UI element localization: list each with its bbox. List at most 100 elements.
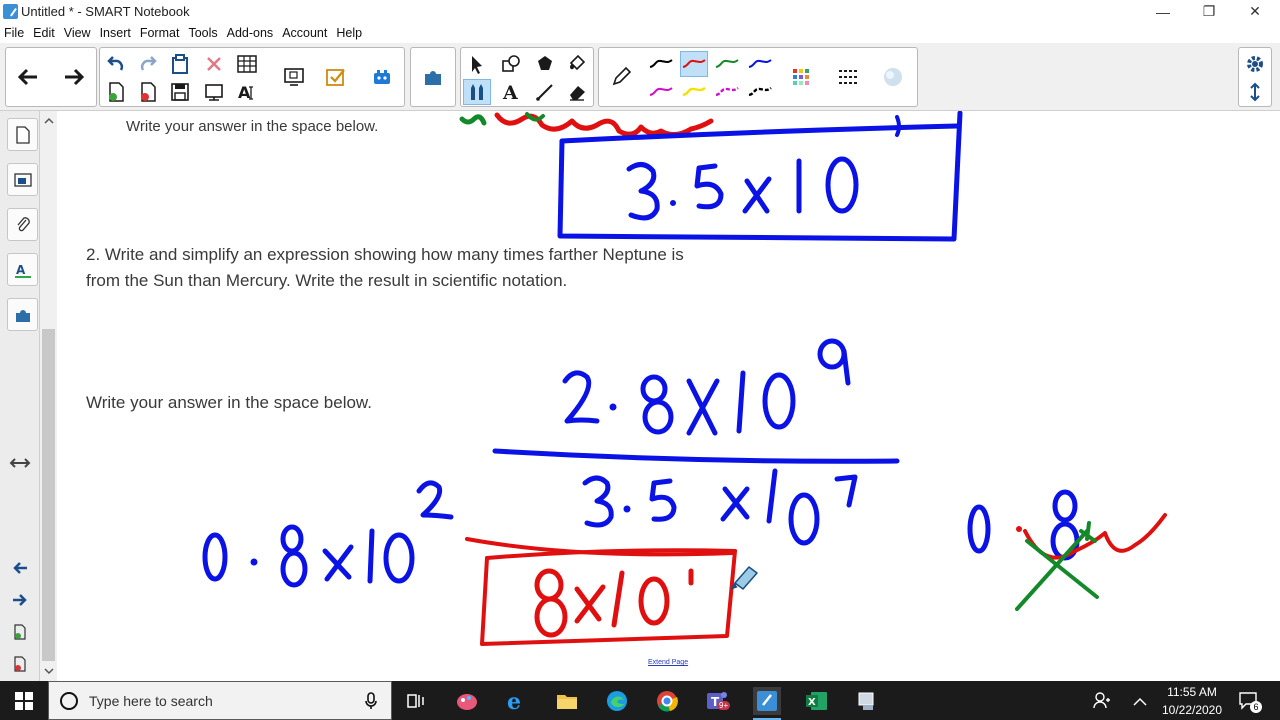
paste-icon[interactable] (166, 51, 194, 77)
pen-green-swatch-icon[interactable] (713, 51, 741, 77)
select-tool-icon[interactable] (463, 51, 491, 77)
taskbar-clock-date[interactable]: 10/22/2020 (1158, 703, 1226, 717)
ink-result-left (202, 480, 454, 588)
add-ons-group (410, 47, 456, 107)
add-ons-tab[interactable] (7, 298, 38, 331)
pen-properties-group (598, 47, 918, 107)
teams-icon[interactable]: T 9+ (703, 687, 731, 715)
color-palette-icon[interactable] (787, 64, 815, 90)
scrollbar-thumb[interactable] (42, 329, 55, 661)
scroll-down-arrow-icon[interactable] (44, 667, 54, 675)
move-sidebar-icon[interactable] (9, 456, 31, 475)
line-tool-icon[interactable] (531, 79, 559, 105)
gear-icon[interactable] (1241, 51, 1269, 77)
transparency-icon[interactable] (879, 64, 907, 90)
restore-button[interactable]: ❐ (1186, 0, 1232, 23)
svg-text:e: e (507, 689, 521, 713)
fill-tool-icon[interactable] (563, 51, 591, 77)
pen-yellow-swatch-icon[interactable] (680, 79, 708, 105)
lesson-activity-icon[interactable] (368, 64, 396, 90)
taskbar-clock-time[interactable]: 11:55 AM (1158, 685, 1226, 699)
microphone-icon[interactable] (365, 692, 377, 710)
vertical-scrollbar[interactable] (40, 111, 57, 681)
pen-blue-swatch-icon[interactable] (746, 51, 774, 77)
screen-capture-icon[interactable] (280, 64, 308, 90)
shapes-tool-icon[interactable] (497, 51, 525, 77)
internet-explorer-icon[interactable]: e (503, 687, 531, 715)
svg-text:A: A (238, 83, 251, 101)
pen-black-swatch-icon[interactable] (647, 51, 675, 77)
activity-builder-icon[interactable] (322, 64, 350, 90)
delete-icon[interactable] (200, 51, 228, 77)
search-circle-icon (60, 692, 78, 710)
save-icon[interactable] (166, 79, 194, 105)
properties-tab[interactable]: A (7, 253, 38, 286)
pen-magenta-swatch-icon[interactable] (647, 79, 675, 105)
table-icon[interactable] (233, 51, 261, 77)
excel-icon[interactable]: X (803, 687, 831, 715)
page-sorter-tab[interactable] (7, 118, 38, 151)
line-style-icon[interactable] (834, 64, 862, 90)
move-toolbar-icon[interactable] (1241, 79, 1269, 105)
window-title: Untitled * - SMART Notebook (21, 4, 190, 19)
magic-shape-icon[interactable] (531, 51, 559, 77)
attachments-tab[interactable] (7, 208, 38, 241)
task-view-icon[interactable] (402, 687, 430, 715)
edge-browser-icon[interactable] (603, 687, 631, 715)
menu-tools[interactable]: Tools (188, 26, 217, 40)
svg-text:A: A (502, 82, 518, 102)
menu-help[interactable]: Help (336, 26, 362, 40)
previous-page-icon[interactable] (14, 64, 42, 90)
toolbar: A A (0, 43, 1280, 111)
undo-icon[interactable] (102, 51, 130, 77)
text-recognition-icon[interactable]: A (233, 79, 261, 105)
menu-file[interactable]: File (4, 26, 24, 40)
taskbar-search-box[interactable]: Type here to search (48, 681, 392, 720)
chrome-browser-icon[interactable] (653, 687, 681, 715)
menu-edit[interactable]: Edit (33, 26, 55, 40)
svg-text:A: A (16, 263, 26, 277)
next-page-icon[interactable] (60, 64, 88, 90)
file-explorer-icon[interactable] (553, 687, 581, 715)
sidebar-add-page-icon[interactable] (13, 624, 27, 645)
navigation-group (5, 47, 97, 107)
teams-notification-badge: 9+ (717, 701, 731, 710)
pen-red-swatch-icon[interactable] (680, 51, 708, 77)
ink-red-answer (465, 537, 737, 646)
people-icon[interactable] (1093, 691, 1111, 714)
scroll-up-arrow-icon[interactable] (44, 117, 54, 125)
text-tool-icon[interactable]: A (497, 79, 525, 105)
menu-view[interactable]: View (64, 26, 91, 40)
add-page-icon[interactable] (102, 79, 130, 105)
redo-icon[interactable] (134, 51, 162, 77)
windows-taskbar: Type here to search e T 9+ X 11:55 AM 10… (0, 681, 1280, 720)
device-manager-icon[interactable] (853, 687, 881, 715)
paint-3d-icon[interactable] (453, 687, 481, 715)
notebook-page[interactable]: Write your answer in the space below. 2.… (57, 111, 1280, 681)
screen-shade-icon[interactable] (200, 79, 228, 105)
add-ons-puzzle-icon[interactable] (419, 64, 447, 90)
eraser-tool-icon[interactable] (563, 79, 591, 105)
menu-account[interactable]: Account (282, 26, 327, 40)
close-button[interactable]: ✕ (1232, 0, 1278, 23)
tools-group: A (460, 47, 594, 107)
show-hidden-icons-chevron-icon[interactable] (1133, 694, 1147, 712)
sidebar-delete-page-icon[interactable] (13, 656, 27, 677)
minimize-button[interactable]: — (1140, 0, 1186, 23)
smart-notebook-taskbar-icon[interactable] (753, 687, 781, 715)
side-bar: A (0, 111, 40, 681)
sidebar-previous-page-icon[interactable] (12, 561, 28, 580)
pen-type-icon[interactable] (607, 64, 635, 90)
menu-add-ons[interactable]: Add-ons (227, 26, 274, 40)
sidebar-next-page-icon[interactable] (12, 593, 28, 612)
delete-page-icon[interactable] (134, 79, 162, 105)
gallery-tab[interactable] (7, 163, 38, 196)
pens-tool-icon[interactable] (463, 79, 491, 105)
menu-insert[interactable]: Insert (100, 26, 131, 40)
smart-notebook-app-icon (3, 4, 18, 19)
windows-start-icon[interactable] (15, 692, 33, 715)
pen-magenta-dashed-swatch-icon[interactable] (713, 79, 741, 105)
toolbar-settings-group (1238, 47, 1272, 107)
menu-format[interactable]: Format (140, 26, 180, 40)
pen-black-dashed-swatch-icon[interactable] (746, 79, 774, 105)
